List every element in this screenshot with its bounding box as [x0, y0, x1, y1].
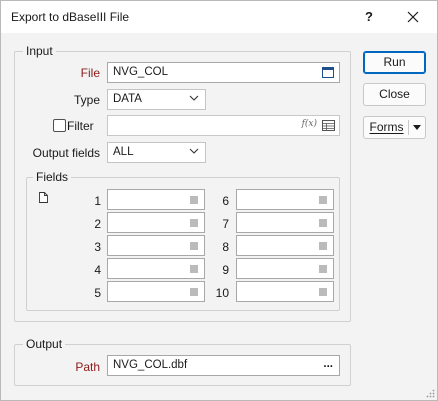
field-number: 10: [215, 286, 229, 300]
path-input-value: NVG_COL.dbf: [113, 359, 188, 371]
field-number: 8: [222, 240, 229, 254]
path-label: Path: [75, 360, 100, 374]
file-label: File: [80, 66, 100, 80]
field-number: 2: [94, 217, 101, 231]
list-icon[interactable]: [190, 288, 198, 296]
list-icon[interactable]: [319, 242, 327, 250]
field-7-input[interactable]: [236, 212, 334, 233]
output-group-title: Output: [23, 337, 66, 351]
close-icon: [407, 11, 419, 23]
forms-button[interactable]: Forms: [363, 116, 426, 139]
chevron-down-icon: [189, 95, 199, 101]
field-5-input[interactable]: [107, 281, 205, 302]
field-number: 3: [94, 240, 101, 254]
field-3-input[interactable]: [107, 235, 205, 256]
field-number: 5: [94, 286, 101, 300]
list-icon[interactable]: [319, 265, 327, 273]
file-browse-icon[interactable]: [322, 67, 334, 78]
field-4-input[interactable]: [107, 258, 205, 279]
filter-checkbox[interactable]: [53, 119, 66, 132]
caret-down-icon[interactable]: [413, 125, 421, 130]
type-select-value: DATA: [113, 93, 142, 105]
list-icon[interactable]: [319, 219, 327, 227]
run-button[interactable]: Run: [363, 51, 426, 74]
dialog-window: Export to dBaseIII File ? Input File NVG…: [0, 0, 438, 401]
new-document-icon[interactable]: [39, 192, 48, 203]
output-fields-label: Output fields: [32, 146, 100, 160]
field-6-input[interactable]: [236, 189, 334, 210]
field-number: 7: [222, 217, 229, 231]
forms-button-label: Forms: [369, 120, 404, 134]
output-fields-select-value: ALL: [113, 146, 134, 158]
title-bar: Export to dBaseIII File ?: [1, 1, 437, 33]
field-10-input[interactable]: [236, 281, 334, 302]
file-input-value: NVG_COL: [113, 66, 168, 78]
type-label: Type: [73, 93, 100, 107]
resize-grip-icon[interactable]: [425, 388, 435, 398]
field-1-input[interactable]: [107, 189, 205, 210]
field-9-input[interactable]: [236, 258, 334, 279]
list-icon[interactable]: [190, 196, 198, 204]
close-button[interactable]: Close: [363, 83, 426, 106]
field-number: 1: [94, 194, 101, 208]
field-number: 4: [94, 263, 101, 277]
list-icon[interactable]: [190, 242, 198, 250]
browse-button[interactable]: ...: [323, 358, 333, 370]
window-close-button[interactable]: [391, 1, 435, 33]
function-icon[interactable]: f(x): [302, 119, 317, 129]
type-select[interactable]: DATA: [107, 89, 206, 110]
input-group-title: Input: [23, 44, 56, 58]
filter-input[interactable]: f(x): [107, 115, 340, 136]
list-icon[interactable]: [190, 265, 198, 273]
field-8-input[interactable]: [236, 235, 334, 256]
filter-table-icon[interactable]: [322, 120, 335, 131]
field-number: 6: [222, 194, 229, 208]
list-icon[interactable]: [319, 288, 327, 296]
file-input[interactable]: NVG_COL: [107, 62, 340, 83]
fields-group-title: Fields: [33, 170, 72, 184]
list-icon[interactable]: [190, 219, 198, 227]
path-input[interactable]: NVG_COL.dbf ...: [107, 355, 340, 376]
output-fields-select[interactable]: ALL: [107, 142, 206, 163]
field-2-input[interactable]: [107, 212, 205, 233]
help-button[interactable]: ?: [347, 1, 391, 33]
window-title: Export to dBaseIII File: [11, 10, 130, 24]
filter-label: Filter: [67, 119, 94, 133]
field-number: 9: [222, 263, 229, 277]
chevron-down-icon: [189, 148, 199, 154]
list-icon[interactable]: [319, 196, 327, 204]
